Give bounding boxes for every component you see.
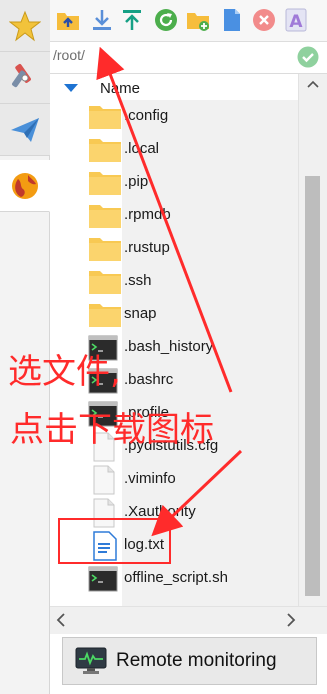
annotation-arrows [96, 46, 243, 537]
annotation-line-1: 选文件, [8, 352, 121, 392]
annotation-line-2: 点击下载图标 [10, 410, 214, 450]
